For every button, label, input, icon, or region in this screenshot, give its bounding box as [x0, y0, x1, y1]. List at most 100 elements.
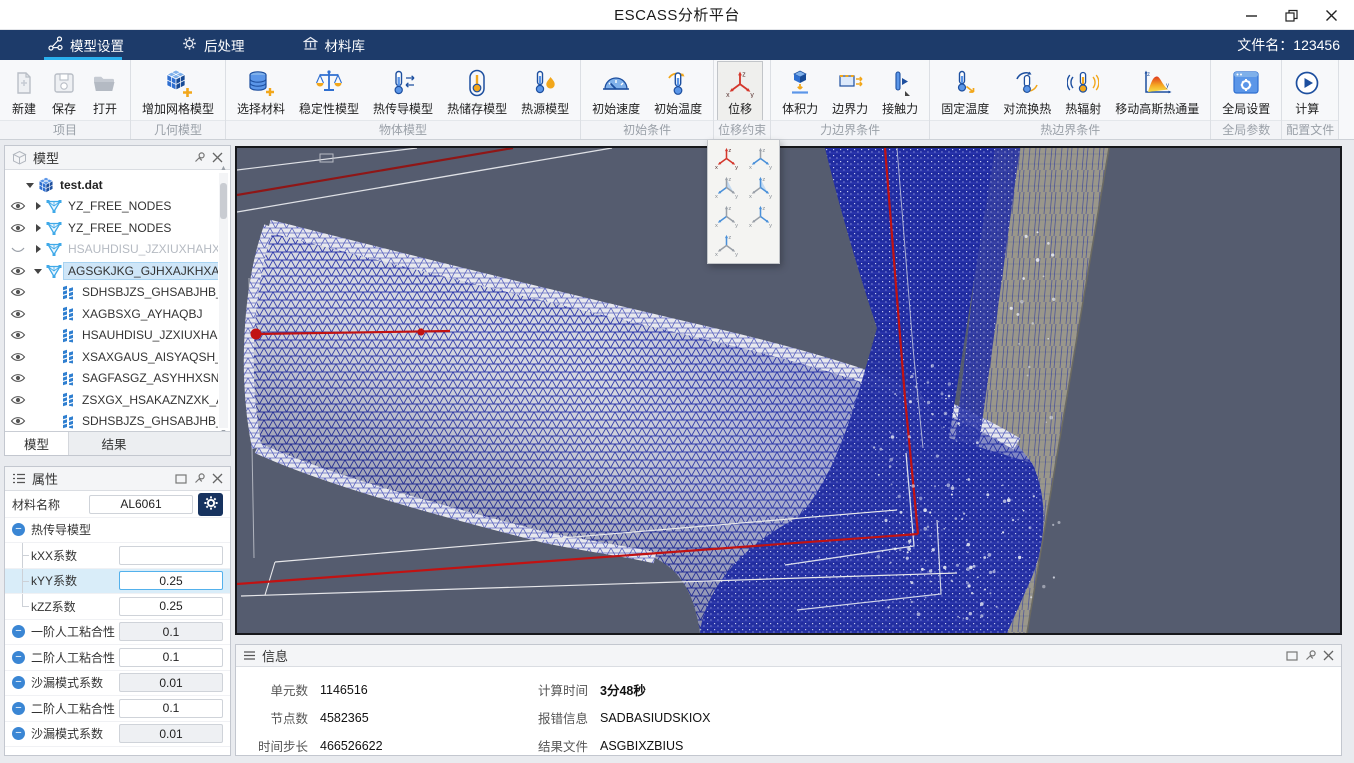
tree-scrollbar[interactable]: ▲ ▼: [219, 173, 228, 428]
tab-results[interactable]: 结果: [69, 432, 159, 455]
ribbon-button-thermo-arc[interactable]: 初始温度: [647, 62, 709, 120]
restore-icon[interactable]: [1282, 6, 1300, 24]
constraint-plane-x-icon[interactable]: z x y: [710, 172, 744, 201]
ribbon-button-file-new[interactable]: 新建: [4, 62, 44, 120]
caret-right-icon[interactable]: [31, 244, 44, 254]
ribbon-button-thermo-pin[interactable]: 固定温度: [934, 62, 996, 120]
visibility-icon[interactable]: [5, 199, 31, 213]
svg-text:y: y: [769, 194, 772, 199]
collapse-icon[interactable]: −: [12, 676, 25, 689]
caret-right-icon[interactable]: [31, 201, 44, 211]
tree-item[interactable]: SAGFASGZ_ASYHHXSN: [5, 368, 218, 390]
property-value-input[interactable]: [119, 571, 223, 590]
collapse-icon[interactable]: −: [12, 651, 25, 664]
collapse-icon[interactable]: −: [12, 702, 25, 715]
property-value-input[interactable]: [119, 622, 223, 641]
visibility-icon[interactable]: [5, 328, 31, 342]
svg-text:z: z: [1147, 72, 1150, 78]
ribbon-button-thermo-cycle[interactable]: 对流换热: [996, 62, 1058, 120]
property-value-input[interactable]: [119, 673, 223, 692]
minimize-icon[interactable]: [1242, 6, 1260, 24]
visibility-icon[interactable]: [5, 221, 31, 235]
visibility-off-icon[interactable]: [5, 242, 31, 256]
constraint-x-icon[interactable]: z x y: [710, 201, 744, 230]
tree-item[interactable]: SDHSBJZS_GHSABJHB_ZAHU: [5, 282, 218, 304]
caret-down-icon[interactable]: [31, 266, 44, 276]
ribbon-button-file-save[interactable]: 保存: [44, 62, 84, 120]
constraint-plane-z-icon[interactable]: z x y: [744, 172, 778, 201]
tree-item[interactable]: SDHSBJZS_GHSABJHB_ZAHU: [5, 411, 218, 431]
float-panel-icon[interactable]: [175, 474, 187, 484]
ribbon-button-cube-arrow[interactable]: 体积力: [775, 62, 825, 120]
ribbon-group: 新建保存打开项目: [0, 60, 131, 139]
tree-item[interactable]: XAGBSXG_AYHAQBJ: [5, 303, 218, 325]
close-panel-icon[interactable]: [1323, 650, 1334, 661]
close-icon[interactable]: [1322, 6, 1340, 24]
pin-icon[interactable]: [1304, 649, 1317, 662]
tree-item[interactable]: AGSGKJKG_GJHXAJKHXA: [5, 260, 218, 282]
constraint-zy-icon[interactable]: z x y: [744, 201, 778, 230]
ribbon-button-scale[interactable]: 稳定性模型: [292, 62, 366, 120]
close-panel-icon[interactable]: [212, 473, 223, 484]
constraint-xyz-icon[interactable]: z x y: [710, 143, 744, 172]
tab-model-setup[interactable]: 模型设置: [34, 30, 138, 60]
scroll-up-icon[interactable]: ▲: [219, 164, 228, 173]
pin-icon[interactable]: [193, 472, 206, 485]
float-panel-icon[interactable]: [1286, 651, 1298, 661]
viewport-3d[interactable]: [235, 146, 1342, 635]
ribbon-button-thermo-flame[interactable]: 热源模型: [514, 62, 576, 120]
ribbon-button-thermo-waves[interactable]: 热辐射: [1058, 62, 1108, 120]
visibility-icon[interactable]: [5, 285, 31, 299]
close-panel-icon[interactable]: [212, 152, 223, 163]
tab-model[interactable]: 模型: [5, 432, 69, 455]
ribbon-button-window-gear[interactable]: 全局设置: [1215, 62, 1277, 120]
tiles-icon: [58, 391, 78, 408]
constraint-z-icon[interactable]: z x y: [710, 230, 744, 259]
caret-down-icon[interactable]: [23, 180, 36, 190]
visibility-icon[interactable]: [5, 307, 31, 321]
collapse-icon[interactable]: −: [12, 727, 25, 740]
visibility-icon[interactable]: [5, 264, 31, 278]
property-value-input[interactable]: [119, 648, 223, 667]
ribbon-button-chart-gauss[interactable]: zy移动高斯热通量: [1108, 62, 1206, 120]
ribbon-button-bar-arrow[interactable]: 接触力: [875, 62, 925, 120]
scrollbar-thumb[interactable]: [220, 183, 227, 219]
tree-item[interactable]: HSAUHDISU_JZXIUXHAHX: [5, 239, 218, 261]
ribbon-button-gauge[interactable]: 初始速度: [585, 62, 647, 120]
tab-post-process[interactable]: 后处理: [168, 30, 259, 60]
tree-item[interactable]: YZ_FREE_NODES: [5, 217, 218, 239]
tree-item[interactable]: ZSXGX_HSAKAZNZXK_AHASX: [5, 389, 218, 411]
ribbon-button-axes-red[interactable]: z x y位移: [718, 62, 762, 120]
tree-item[interactable]: XSAXGAUS_AISYAQSH_ASHX: [5, 346, 218, 368]
svg-text:z: z: [762, 177, 765, 183]
constraint-xy-icon[interactable]: z x y: [744, 143, 778, 172]
caret-right-icon[interactable]: [31, 223, 44, 233]
property-value-input[interactable]: [119, 699, 223, 718]
tree-item[interactable]: YZ_FREE_NODES: [5, 196, 218, 218]
tree-item[interactable]: HSAUHDISU_JZXIUXHAHX: [5, 325, 218, 347]
ribbon-button-thermo-capsule[interactable]: 热储存模型: [440, 62, 514, 120]
property-value-input[interactable]: [119, 724, 223, 743]
collapse-icon[interactable]: −: [12, 523, 25, 536]
visibility-icon[interactable]: [5, 371, 31, 385]
visibility-icon[interactable]: [5, 393, 31, 407]
info-panel-header: 信息: [236, 645, 1341, 667]
ribbon-button-thermo-arrows[interactable]: 热传导模型: [366, 62, 440, 120]
visibility-icon[interactable]: [5, 414, 31, 428]
ribbon-button-cube-plus[interactable]: 增加网格模型: [135, 62, 221, 120]
collapse-icon[interactable]: −: [12, 625, 25, 638]
property-value-input[interactable]: [119, 597, 223, 616]
tree-item[interactable]: test.dat: [5, 174, 218, 196]
tree-item-label: test.dat: [56, 178, 103, 192]
ribbon-button-rect-arrows[interactable]: 边界力: [825, 62, 875, 120]
ribbon-button-folder-open[interactable]: 打开: [84, 62, 126, 120]
pin-icon[interactable]: [193, 151, 206, 164]
material-settings-button[interactable]: [198, 493, 223, 516]
visibility-icon[interactable]: [5, 350, 31, 364]
ribbon-button-label: 接触力: [882, 101, 918, 117]
property-value-input[interactable]: [119, 546, 223, 565]
tab-material-library[interactable]: 材料库: [289, 30, 380, 60]
ribbon-button-db-plus[interactable]: 选择材料: [230, 62, 292, 120]
ribbon-button-play-circle[interactable]: 计算: [1286, 62, 1328, 120]
material-name-input[interactable]: [89, 495, 193, 514]
